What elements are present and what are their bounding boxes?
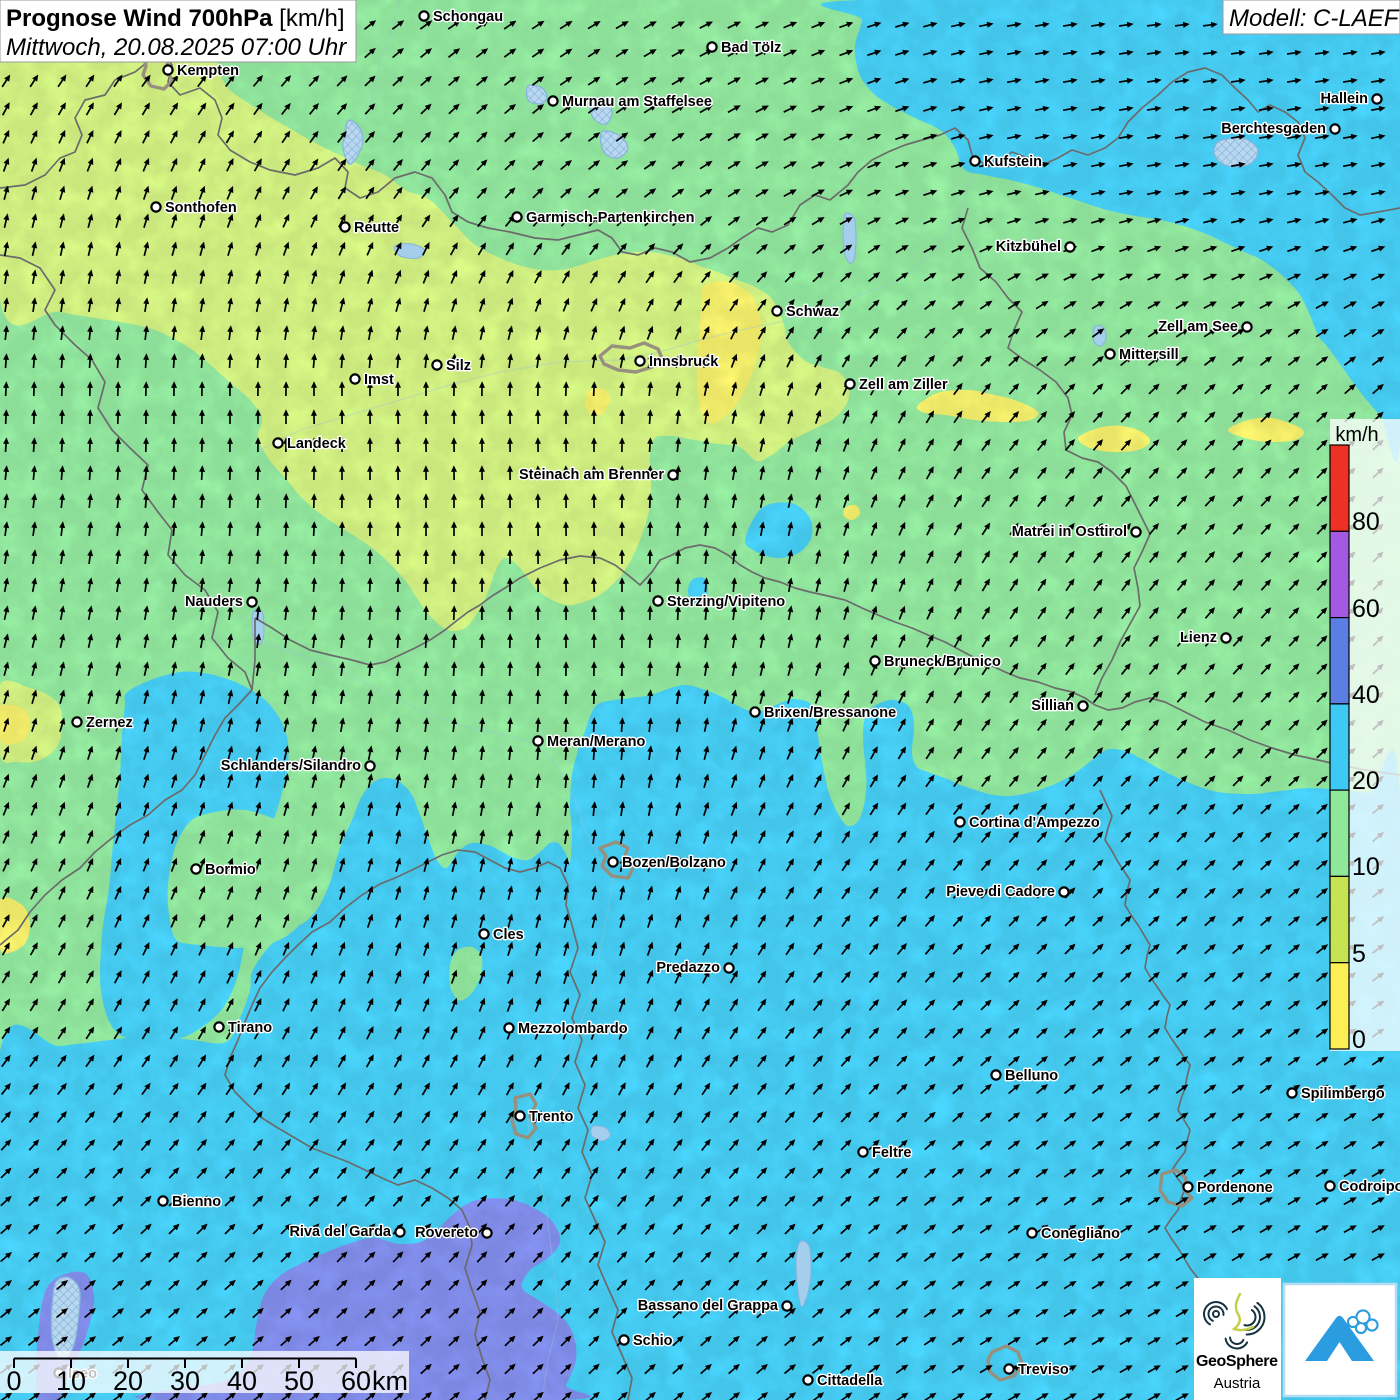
svg-text:Silz: Silz: [446, 358, 471, 374]
svg-text:Schlanders/Silandro: Schlanders/Silandro: [221, 758, 361, 774]
svg-text:Bozen/Bolzano: Bozen/Bolzano: [622, 855, 726, 871]
svg-text:Mezzolombardo: Mezzolombardo: [518, 1021, 628, 1037]
svg-text:Sillian: Sillian: [1031, 698, 1074, 714]
svg-text:20: 20: [113, 1366, 143, 1396]
svg-text:Belluno: Belluno: [1005, 1068, 1058, 1084]
svg-text:Landeck: Landeck: [287, 436, 347, 452]
svg-text:Berchtesgaden: Berchtesgaden: [1221, 121, 1326, 137]
svg-text:Bruneck/Brunico: Bruneck/Brunico: [884, 654, 1001, 670]
svg-text:Kitzbühel: Kitzbühel: [996, 239, 1061, 255]
svg-text:Feltre: Feltre: [872, 1145, 912, 1161]
svg-text:Austria: Austria: [1214, 1375, 1261, 1392]
svg-text:Mittwoch, 20.08.2025 07:00 Uhr: Mittwoch, 20.08.2025 07:00 Uhr: [6, 34, 347, 61]
svg-text:Innsbruck: Innsbruck: [649, 354, 719, 370]
svg-text:60: 60: [341, 1366, 371, 1396]
svg-text:Murnau am Staffelsee: Murnau am Staffelsee: [562, 94, 712, 110]
svg-text:Schio: Schio: [633, 1333, 673, 1349]
svg-text:Steinach am Brenner: Steinach am Brenner: [519, 467, 664, 483]
svg-text:Cles: Cles: [493, 927, 524, 943]
svg-text:40: 40: [1352, 681, 1380, 709]
svg-text:Treviso: Treviso: [1018, 1362, 1069, 1378]
svg-text:Cittadella: Cittadella: [817, 1373, 883, 1389]
svg-text:km/h: km/h: [1335, 424, 1378, 446]
svg-text:Pordenone: Pordenone: [1197, 1180, 1273, 1196]
svg-text:km: km: [372, 1366, 408, 1396]
svg-text:Meran/Merano: Meran/Merano: [547, 734, 645, 750]
svg-text:Codroipo: Codroipo: [1339, 1179, 1400, 1195]
svg-text:GeoSphere: GeoSphere: [1196, 1353, 1278, 1370]
svg-text:Lienz: Lienz: [1180, 630, 1217, 646]
svg-text:Schongau: Schongau: [433, 9, 503, 25]
svg-text:Zernez: Zernez: [86, 715, 133, 731]
svg-text:Riva del Garda: Riva del Garda: [289, 1224, 391, 1240]
svg-text:Nauders: Nauders: [185, 594, 243, 610]
svg-text:20: 20: [1352, 767, 1380, 795]
svg-text:Matrei in Osttirol: Matrei in Osttirol: [1012, 524, 1127, 540]
svg-text:Modell: C-LAEF: Modell: C-LAEF: [1229, 5, 1400, 32]
svg-text:Pieve di Cadore: Pieve di Cadore: [946, 884, 1055, 900]
svg-text:10: 10: [1352, 853, 1380, 881]
svg-text:Garmisch-Partenkirchen: Garmisch-Partenkirchen: [526, 210, 694, 226]
svg-text:0: 0: [6, 1366, 21, 1396]
svg-text:Bienno: Bienno: [172, 1194, 221, 1210]
svg-text:Mittersill: Mittersill: [1119, 347, 1179, 363]
svg-text:10: 10: [56, 1366, 86, 1396]
svg-text:Spilimbergo: Spilimbergo: [1301, 1086, 1385, 1102]
svg-text:Rovereto: Rovereto: [415, 1225, 478, 1241]
svg-text:Trento: Trento: [529, 1109, 573, 1125]
svg-text:Imst: Imst: [364, 372, 394, 388]
svg-text:Hallein: Hallein: [1320, 91, 1368, 107]
svg-text:Schwaz: Schwaz: [786, 304, 839, 320]
svg-text:Sonthofen: Sonthofen: [165, 200, 237, 216]
svg-text:Sterzing/Vipiteno: Sterzing/Vipiteno: [667, 594, 785, 610]
svg-text:Cortina d'Ampezzo: Cortina d'Ampezzo: [969, 815, 1100, 831]
svg-text:Brixen/Bressanone: Brixen/Bressanone: [764, 705, 896, 721]
svg-text:Zell am Ziller: Zell am Ziller: [859, 377, 948, 393]
svg-text:Bassano del Grappa: Bassano del Grappa: [638, 1298, 779, 1314]
svg-text:5: 5: [1352, 940, 1366, 968]
svg-text:Bormio: Bormio: [205, 862, 256, 878]
svg-text:50: 50: [284, 1366, 314, 1396]
svg-text:Kufstein: Kufstein: [984, 154, 1042, 170]
svg-text:Reutte: Reutte: [354, 220, 399, 236]
svg-text:30: 30: [170, 1366, 200, 1396]
svg-text:Conegliano: Conegliano: [1041, 1226, 1120, 1242]
svg-text:Predazzo: Predazzo: [656, 960, 720, 976]
svg-text:Kempten: Kempten: [177, 63, 239, 79]
svg-text:80: 80: [1352, 508, 1380, 536]
svg-text:Tirano: Tirano: [228, 1020, 272, 1036]
svg-text:60: 60: [1352, 595, 1380, 623]
svg-text:Prognose Wind 700hPa [km/h]: Prognose Wind 700hPa [km/h]: [6, 5, 345, 32]
svg-text:0: 0: [1352, 1026, 1366, 1054]
svg-text:Bad Tölz: Bad Tölz: [721, 40, 781, 56]
svg-text:40: 40: [227, 1366, 257, 1396]
svg-text:Zell am See: Zell am See: [1158, 319, 1238, 335]
